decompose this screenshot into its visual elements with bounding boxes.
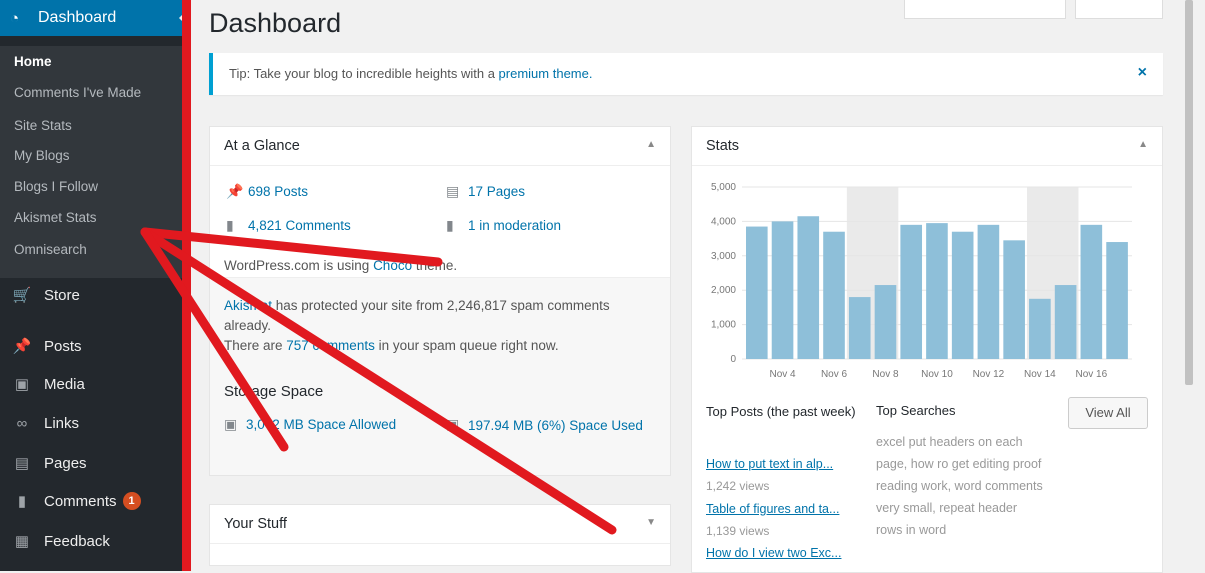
annotation-arrow bbox=[140, 227, 289, 452]
annotation-arrows bbox=[140, 227, 617, 535]
annotation-arrow bbox=[140, 227, 617, 535]
